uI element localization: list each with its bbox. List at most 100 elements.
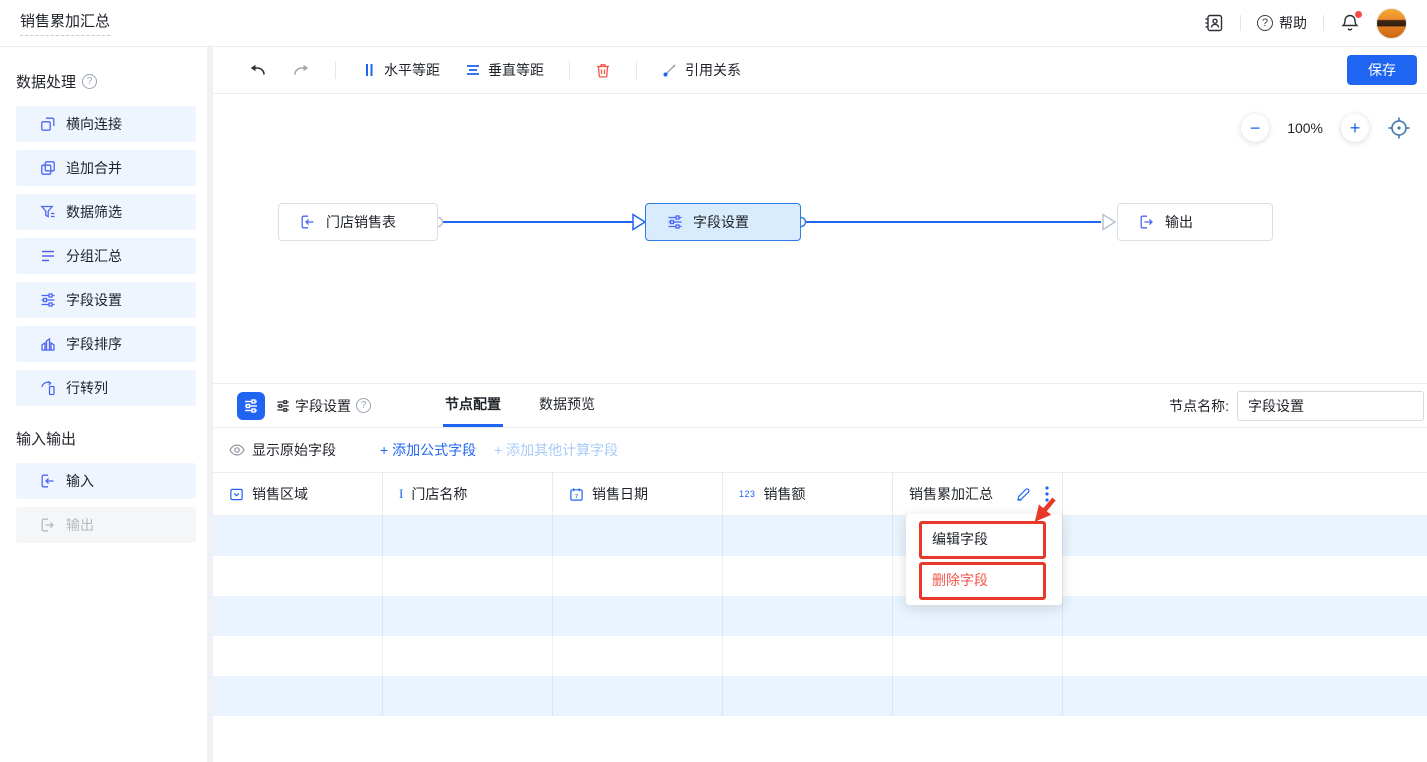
table-cell [1063, 556, 1427, 596]
table-cell [553, 636, 723, 676]
help-button[interactable]: ? 帮助 [1257, 13, 1307, 33]
locate-button[interactable] [1387, 116, 1411, 140]
node-field-settings[interactable]: 字段设置 [645, 203, 801, 241]
node-output[interactable]: 输出 [1117, 203, 1273, 241]
sidebar-item-label: 分组汇总 [66, 246, 122, 266]
number-field-icon: 123 [739, 489, 756, 499]
divider [636, 61, 637, 79]
flow-canvas[interactable]: 门店销售表 字段设置 输出 − 100% + [213, 94, 1427, 383]
node-source-table[interactable]: 门店销售表 [278, 203, 438, 241]
reference-relations-button[interactable]: 引用关系 [656, 56, 747, 84]
mini-sliders-icon [276, 399, 290, 413]
table-cell [723, 596, 893, 636]
show-original-fields-button[interactable]: 显示原始字段 [229, 440, 336, 460]
reference-relations-label: 引用关系 [685, 60, 741, 80]
table-cell [383, 636, 553, 676]
date-field-icon: 7 [569, 487, 584, 502]
column-label: 门店名称 [411, 484, 467, 504]
menu-item-delete-field[interactable]: 删除字段 [906, 563, 1062, 597]
field-actions-toolbar: 显示原始字段 + 添加公式字段 + 添加其他计算字段 [213, 428, 1427, 473]
tab-data-preview[interactable]: 数据预览 [537, 384, 597, 427]
eye-icon [229, 444, 245, 456]
text-field-icon: I [399, 486, 403, 502]
table-cell [553, 556, 723, 596]
output-icon [1139, 214, 1155, 230]
undo-button[interactable] [243, 58, 273, 82]
sidebar-item-field-settings[interactable]: 字段设置 [16, 282, 196, 318]
column-header-filler [1063, 473, 1427, 515]
save-button[interactable]: 保存 [1347, 55, 1417, 85]
help-icon: ? [1257, 15, 1273, 31]
pivot-icon [40, 380, 56, 396]
panel-help-icon[interactable]: ? [356, 398, 371, 413]
table-cell [213, 636, 383, 676]
field-more-menu-button[interactable] [1044, 485, 1050, 503]
tab-node-config[interactable]: 节点配置 [443, 384, 503, 427]
add-formula-field-button[interactable]: + 添加公式字段 [380, 440, 476, 460]
redo-button[interactable] [286, 58, 316, 82]
document-title[interactable]: 销售累加汇总 [20, 10, 110, 36]
column-header-sales-date: 7 销售日期 [553, 473, 723, 515]
crosshair-icon [1387, 116, 1411, 140]
sidebar-item-horizontal-join[interactable]: 横向连接 [16, 106, 196, 142]
table-cell [213, 516, 383, 556]
add-other-calc-field-button: + 添加其他计算字段 [494, 440, 618, 460]
sidebar-item-label: 字段排序 [66, 334, 122, 354]
sidebar-item-label: 字段设置 [66, 290, 122, 310]
sidebar: 数据处理 ? 横向连接 追加合并 数据筛选 [0, 47, 207, 762]
zoom-controls: − 100% + [1241, 114, 1411, 142]
merge-icon [40, 160, 56, 176]
select-field-icon [229, 487, 244, 502]
column-header-sales-amount: 123 销售额 [723, 473, 893, 515]
zoom-out-button[interactable]: − [1241, 114, 1269, 142]
column-label: 销售区域 [252, 484, 308, 504]
sidebar-item-label: 横向连接 [66, 114, 122, 134]
pencil-icon [1015, 486, 1032, 503]
address-book-icon[interactable] [1204, 13, 1224, 33]
notification-bell-button[interactable] [1340, 13, 1360, 33]
sliders-icon [667, 214, 683, 230]
data-help-icon[interactable]: ? [82, 74, 97, 89]
sidebar-item-input[interactable]: 输入 [16, 463, 196, 499]
sidebar-item-data-filter[interactable]: 数据筛选 [16, 194, 196, 230]
sidebar-item-row-to-column[interactable]: 行转列 [16, 370, 196, 406]
panel-title: 字段设置 [295, 396, 351, 416]
sidebar-section-io-title: 输入输出 [16, 428, 196, 449]
vertical-distribute-button[interactable]: 垂直等距 [459, 56, 550, 84]
help-label: 帮助 [1279, 13, 1307, 33]
sidebar-item-append-merge[interactable]: 追加合并 [16, 150, 196, 186]
input-icon [40, 473, 56, 489]
trash-icon [595, 62, 611, 79]
node-label: 门店销售表 [326, 212, 396, 232]
sidebar-item-field-sort[interactable]: 字段排序 [16, 326, 196, 362]
horizontal-distribute-label: 水平等距 [384, 60, 440, 80]
sidebar-item-label: 输出 [66, 515, 94, 535]
divider [1240, 15, 1241, 31]
column-header-sales-cumulative: 销售累加汇总 [893, 473, 1063, 515]
table-cell [553, 516, 723, 556]
table-cell [723, 636, 893, 676]
horizontal-distribute-button[interactable]: 水平等距 [355, 56, 446, 84]
sidebar-item-group-summary[interactable]: 分组汇总 [16, 238, 196, 274]
column-label: 销售累加汇总 [909, 484, 993, 504]
delete-node-button[interactable] [589, 58, 617, 83]
table-cell [723, 556, 893, 596]
show-original-fields-label: 显示原始字段 [252, 440, 336, 460]
menu-item-edit-field[interactable]: 编辑字段 [906, 522, 1062, 556]
table-cell [1063, 636, 1427, 676]
vertical-dots-icon [1044, 485, 1050, 503]
reference-icon [662, 62, 678, 78]
edit-field-icon-button[interactable] [1015, 486, 1032, 503]
node-label: 字段设置 [693, 212, 749, 232]
svg-text:7: 7 [575, 493, 579, 500]
table-row [213, 676, 1427, 716]
table-cell [383, 676, 553, 716]
avatar[interactable] [1376, 8, 1407, 39]
zoom-in-button[interactable]: + [1341, 114, 1369, 142]
field-context-menu: 编辑字段 删除字段 [906, 514, 1062, 605]
horizontal-distribute-icon [361, 62, 377, 78]
node-name-input[interactable] [1237, 391, 1424, 421]
table-row [213, 516, 1427, 556]
filter-icon [40, 204, 56, 220]
top-bar: 销售累加汇总 ? 帮助 [0, 0, 1427, 47]
